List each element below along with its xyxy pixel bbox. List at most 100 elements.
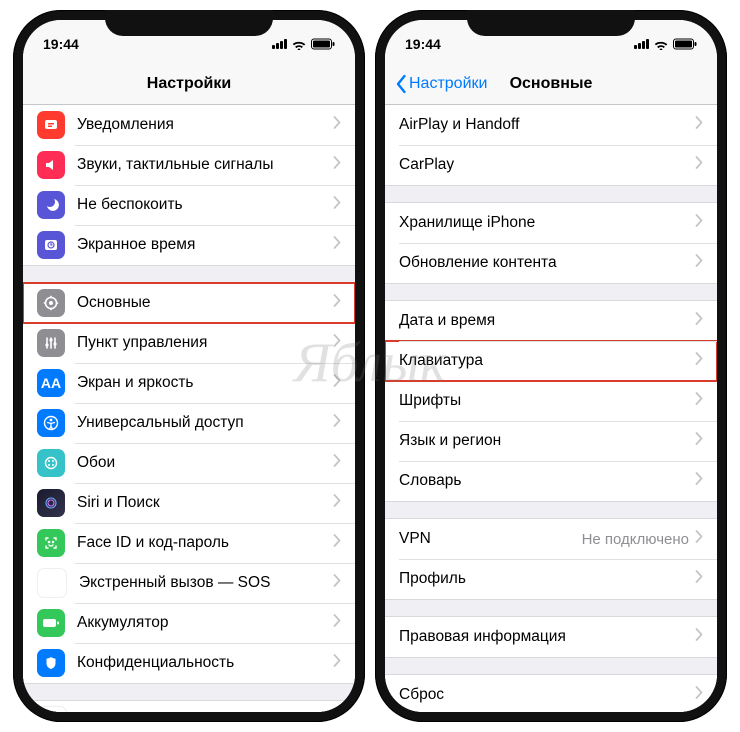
row-label: Правовая информация [399, 628, 695, 646]
row-label: Профиль [399, 570, 695, 588]
chevron-right-icon [333, 574, 341, 592]
sos-icon: SOS [37, 568, 67, 598]
back-label: Настройки [409, 75, 487, 93]
row-label: Обои [77, 454, 333, 472]
page-title: Основные [510, 75, 593, 93]
row-label: AirPlay и Handoff [399, 116, 695, 134]
settings-row-sos[interactable]: SOS Экстренный вызов — SOS [23, 563, 355, 603]
settings-row-faceid[interactable]: Face ID и код-пароль [23, 523, 355, 563]
settings-group: VPN Не подключено Профиль [385, 518, 717, 600]
general-list[interactable]: AirPlay и Handoff CarPlay Хранилище iPho… [385, 105, 717, 712]
settings-row-wallpaper[interactable]: Обои [23, 443, 355, 483]
chevron-right-icon [333, 156, 341, 174]
row-label: Экстренный вызов — SOS [79, 574, 333, 592]
settings-row-profile[interactable]: Профиль [385, 559, 717, 599]
chevron-right-icon [333, 334, 341, 352]
chevron-right-icon [695, 432, 703, 450]
row-label: Не беспокоить [77, 196, 333, 214]
chevron-left-icon [395, 74, 407, 94]
chevron-right-icon [695, 530, 703, 548]
settings-group: Уведомления Звуки, тактильные сигналы Не… [23, 105, 355, 266]
settings-row-airplay[interactable]: AirPlay и Handoff [385, 105, 717, 145]
settings-row-storage[interactable]: Хранилище iPhone [385, 203, 717, 243]
settings-row-dnd[interactable]: Не беспокоить [23, 185, 355, 225]
battery-status-icon [673, 38, 697, 50]
settings-group: Правовая информация [385, 616, 717, 658]
row-label: Экранное время [77, 236, 333, 254]
row-label: Обновление контента [399, 254, 695, 272]
sounds-icon [37, 151, 65, 179]
row-label: Шрифты [399, 392, 695, 410]
status-indicators [272, 38, 335, 50]
settings-row-language[interactable]: Язык и регион [385, 421, 717, 461]
row-label: Конфиденциальность [77, 654, 333, 672]
chevron-right-icon [695, 214, 703, 232]
row-label: Универсальный доступ [77, 414, 333, 432]
settings-row-itunes[interactable]: iTunes Store и App Store [23, 701, 355, 712]
settings-row-bgrefresh[interactable]: Обновление контента [385, 243, 717, 283]
row-label: Пункт управления [77, 334, 333, 352]
chevron-right-icon [333, 654, 341, 672]
settings-row-fonts[interactable]: Шрифты [385, 381, 717, 421]
do-not-disturb-icon [37, 191, 65, 219]
chevron-right-icon [695, 570, 703, 588]
privacy-icon [37, 649, 65, 677]
status-time: 19:44 [43, 36, 79, 52]
row-label: Клавиатура [399, 352, 695, 370]
row-label: Уведомления [77, 116, 333, 134]
settings-row-screentime[interactable]: Экранное время [23, 225, 355, 265]
settings-row-carplay[interactable]: CarPlay [385, 145, 717, 185]
phone-left: 19:44 Настройки Уведомления [13, 10, 365, 722]
chevron-right-icon [695, 686, 703, 704]
chevron-right-icon [695, 312, 703, 330]
cellular-signal-icon [634, 39, 649, 49]
navbar: Настройки [23, 64, 355, 105]
settings-group: Основные Пункт управления AA Экран и ярк… [23, 282, 355, 684]
row-label: Дата и время [399, 312, 695, 330]
settings-row-legal[interactable]: Правовая информация [385, 617, 717, 657]
notch [105, 10, 273, 36]
chevron-right-icon [333, 534, 341, 552]
app-store-icon [37, 706, 67, 712]
settings-row-display[interactable]: AA Экран и яркость [23, 363, 355, 403]
settings-row-notifications[interactable]: Уведомления [23, 105, 355, 145]
settings-list[interactable]: Уведомления Звуки, тактильные сигналы Не… [23, 105, 355, 712]
face-id-icon [37, 529, 65, 557]
settings-row-general[interactable]: Основные [23, 283, 355, 323]
general-icon [37, 289, 65, 317]
settings-row-reset[interactable]: Сброс [385, 675, 717, 712]
status-indicators [634, 38, 697, 50]
chevron-right-icon [333, 236, 341, 254]
row-label: Аккумулятор [77, 614, 333, 632]
notch [467, 10, 635, 36]
chevron-right-icon [333, 614, 341, 632]
row-label: CarPlay [399, 156, 695, 174]
settings-row-datetime[interactable]: Дата и время [385, 301, 717, 341]
row-value: Не подключено [582, 531, 689, 548]
settings-row-keyboard[interactable]: Клавиатура [385, 341, 717, 381]
settings-row-vpn[interactable]: VPN Не подключено [385, 519, 717, 559]
row-label: Хранилище iPhone [399, 214, 695, 232]
chevron-right-icon [333, 414, 341, 432]
row-label: Siri и Поиск [77, 494, 333, 512]
settings-group: Дата и время Клавиатура Шрифты Язык и ре… [385, 300, 717, 502]
settings-row-sounds[interactable]: Звуки, тактильные сигналы [23, 145, 355, 185]
chevron-right-icon [695, 254, 703, 272]
settings-row-control[interactable]: Пункт управления [23, 323, 355, 363]
chevron-right-icon [333, 116, 341, 134]
chevron-right-icon [333, 454, 341, 472]
chevron-right-icon [333, 294, 341, 312]
settings-row-siri[interactable]: Siri и Поиск [23, 483, 355, 523]
back-button[interactable]: Настройки [391, 64, 491, 104]
wallpaper-icon [37, 449, 65, 477]
phone-pair: 19:44 Настройки Уведомления [0, 0, 740, 732]
settings-row-access[interactable]: Универсальный доступ [23, 403, 355, 443]
settings-row-dictionary[interactable]: Словарь [385, 461, 717, 501]
status-time: 19:44 [405, 36, 441, 52]
settings-row-privacy[interactable]: Конфиденциальность [23, 643, 355, 683]
row-label: Сброс [399, 686, 695, 704]
phone-right: 19:44 Настройки [375, 10, 727, 722]
settings-row-battery[interactable]: Аккумулятор [23, 603, 355, 643]
control-center-icon [37, 329, 65, 357]
chevron-right-icon [695, 156, 703, 174]
